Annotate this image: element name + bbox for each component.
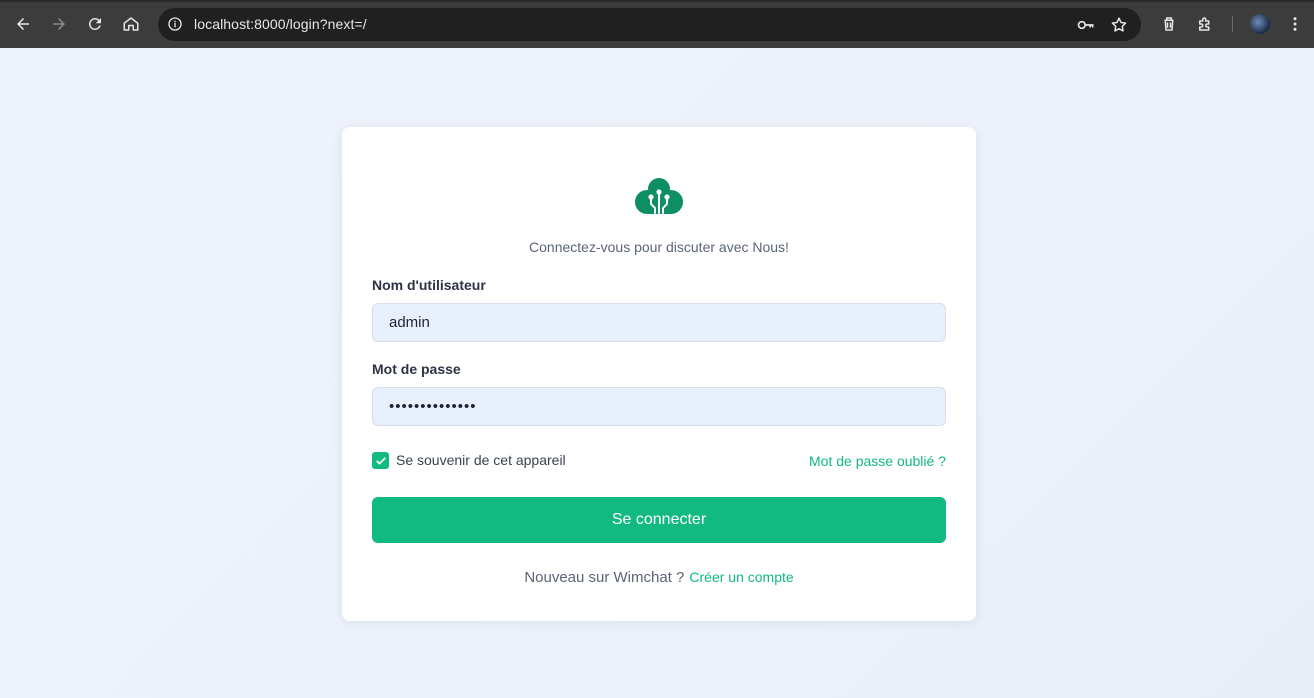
menu-icon [1293,17,1297,31]
extensions-icon [1199,17,1210,31]
forward-button[interactable] [47,12,71,36]
password-label: Mot de passe [372,361,461,377]
menu-button[interactable] [1283,12,1307,36]
browser-toolbar: localhost:8000/login?next=/ [0,0,1314,48]
toolbar-divider [1232,16,1233,32]
tab-strip-edge [0,0,1314,2]
remember-label: Se souvenir de cet appareil [396,452,566,468]
remember-checkbox[interactable] [372,452,389,469]
profile-avatar[interactable] [1250,14,1270,34]
wimchat-logo-icon [635,178,683,214]
back-icon [17,18,29,30]
signup-row: Nouveau sur Wimchat ? Créer un compte [342,569,976,586]
check-icon [375,457,386,464]
password-input[interactable] [372,387,946,426]
delete-icon [1164,17,1174,31]
bookmark-star-icon [1111,17,1127,32]
username-label: Nom d'utilisateur [372,277,486,293]
signup-prompt: Nouveau sur Wimchat ? [524,569,685,586]
site-info-button[interactable] [166,15,184,33]
password-key-button[interactable] [1076,15,1096,35]
reload-icon [88,17,101,30]
back-button[interactable] [11,12,35,36]
create-account-link[interactable]: Créer un compte [689,569,793,585]
login-button[interactable]: Se connecter [372,497,946,543]
delete-button[interactable] [1157,12,1181,36]
home-button[interactable] [119,12,143,36]
home-icon [123,17,139,31]
address-bar[interactable]: localhost:8000/login?next=/ [158,8,1141,41]
url-text[interactable]: localhost:8000/login?next=/ [194,16,367,32]
login-card: Connectez-vous pour discuter avec Nous! … [342,127,976,621]
username-input[interactable] [372,303,946,342]
login-subtitle: Connectez-vous pour discuter avec Nous! [529,239,789,255]
reload-button[interactable] [83,12,107,36]
forward-icon [53,18,65,30]
site-info-icon [168,17,182,31]
extensions-button[interactable] [1193,12,1217,36]
bookmark-button[interactable] [1109,15,1129,35]
password-key-icon [1077,20,1094,30]
forgot-password-link[interactable]: Mot de passe oublié ? [809,453,946,469]
page-background: Connectez-vous pour discuter avec Nous! … [0,48,1314,698]
